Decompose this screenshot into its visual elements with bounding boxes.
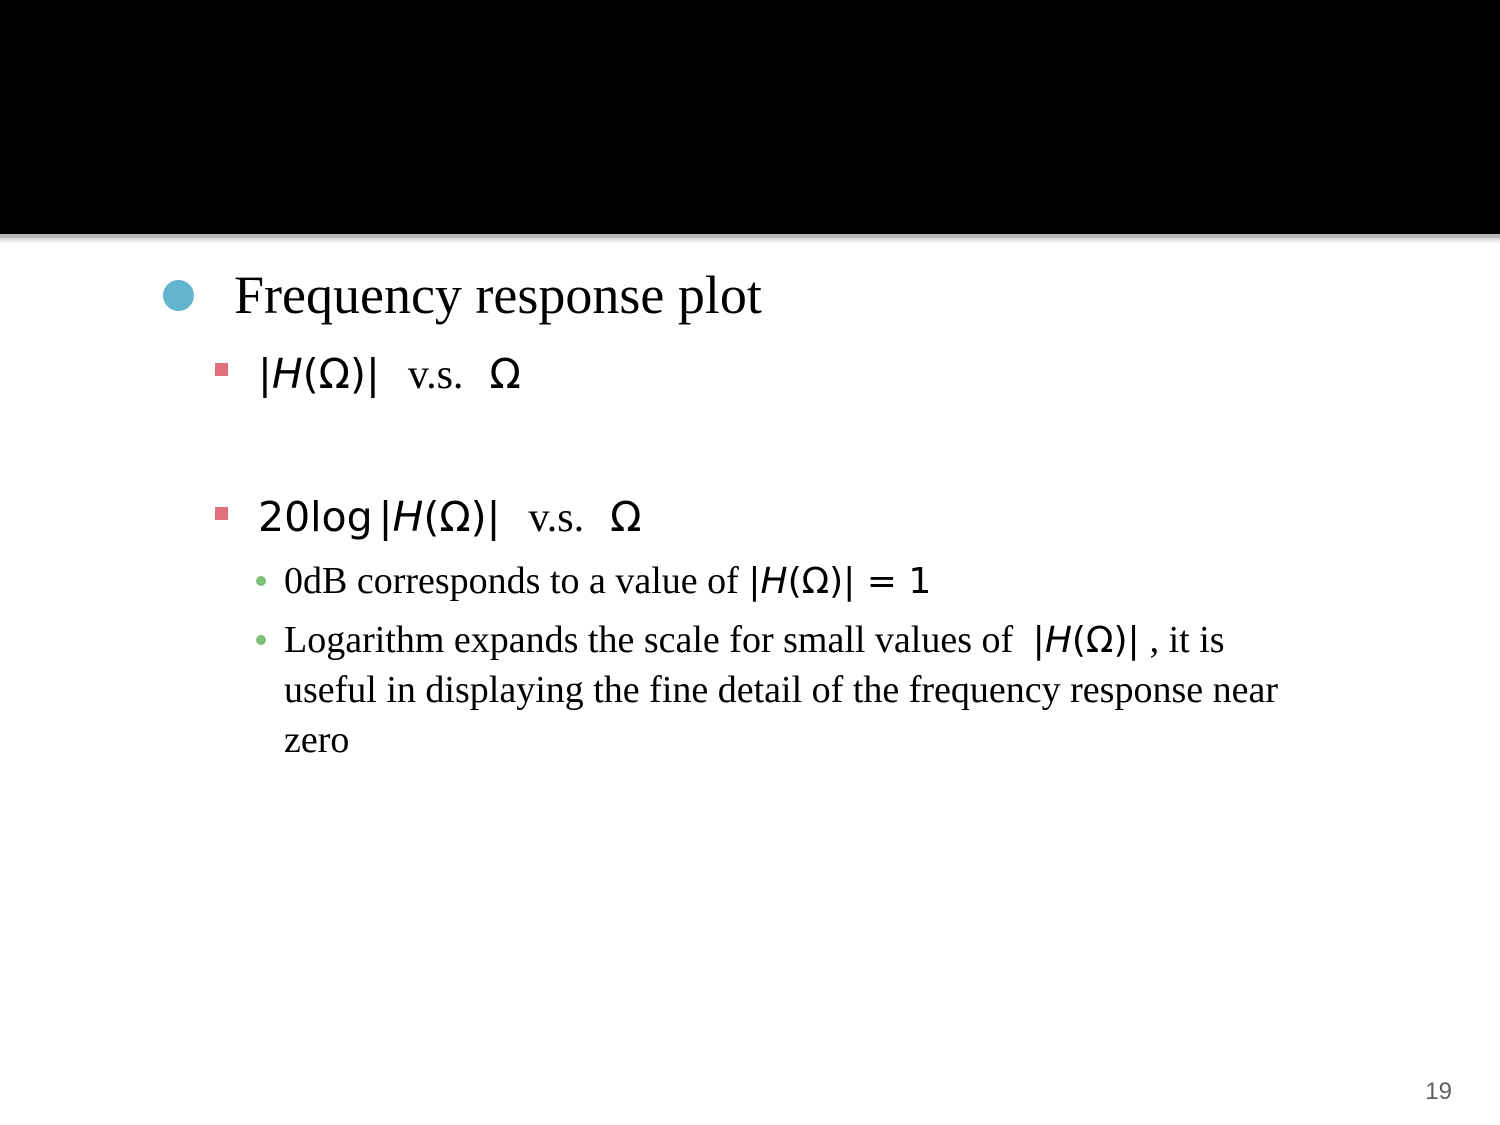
page-number: 19 <box>1425 1078 1452 1105</box>
level2-bullet-icon <box>215 363 228 376</box>
vs-label: v.s. <box>528 495 585 541</box>
math-abs-open: | <box>1032 620 1045 661</box>
bullet-magnitude-vs-omega: |H(Ω)| v.s. Ω <box>258 348 521 401</box>
math-var-h: H <box>392 493 424 541</box>
vs-label: v.s. <box>407 352 464 398</box>
sub-bullet-logarithm-line1: Logarithm expands the scale for small va… <box>284 615 1225 666</box>
sub2-text-after: , it is <box>1149 619 1225 661</box>
level3-bullet-icon <box>256 635 266 645</box>
math-var-h: H <box>1044 620 1072 661</box>
bullet-db-vs-omega: 20log |H(Ω)| v.s. Ω <box>258 491 641 544</box>
sub2-text-before: Logarithm expands the scale for small va… <box>284 619 1023 661</box>
title-bar <box>0 0 1500 234</box>
math-abs-open: | <box>258 350 272 398</box>
math-omega-abs: (Ω)| <box>423 493 501 541</box>
math-omega-abs: (Ω)| <box>1071 620 1140 661</box>
math-var-h: H <box>271 350 303 398</box>
math-abs-open: | <box>748 561 761 602</box>
title-divider-shadow <box>0 238 1500 244</box>
math-omega-abs: (Ω)| <box>302 350 380 398</box>
level2-bullet-icon <box>215 507 228 520</box>
slide: Frequency response plot |H(Ω)| v.s. Ω 20lo… <box>0 0 1500 1125</box>
sub1-text: 0dB corresponds to a value of <box>284 560 749 602</box>
level3-bullet-icon <box>256 576 266 586</box>
sub-bullet-logarithm-line3: zero <box>284 719 350 761</box>
math-var-h: H <box>760 561 788 602</box>
level1-heading: Frequency response plot <box>234 265 762 325</box>
sub-bullet-logarithm-line2: useful in displaying the fine detail of … <box>284 669 1278 711</box>
omega-symbol: Ω <box>489 350 521 398</box>
omega-symbol: Ω <box>610 493 642 541</box>
math-equation: (Ω)| = 1 <box>787 561 932 602</box>
math-abs-open: | <box>378 493 393 541</box>
math-20log: 20log <box>258 493 373 541</box>
level1-bullet-icon <box>163 280 194 311</box>
sub-bullet-0db: 0dB corresponds to a value of |H(Ω)| = 1 <box>284 556 931 607</box>
